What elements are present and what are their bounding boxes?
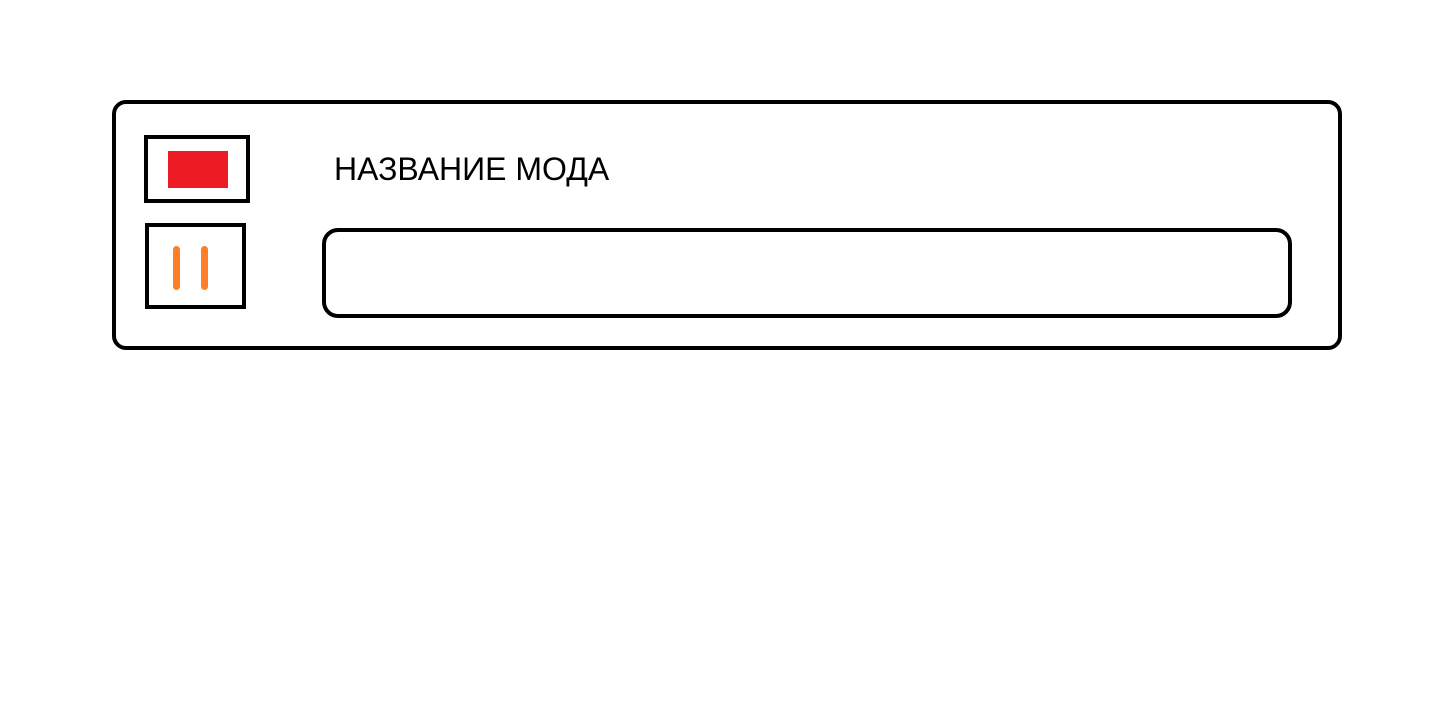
pause-icon	[171, 246, 211, 290]
pause-bar-left	[173, 246, 180, 290]
mod-title: НАЗВАНИЕ МОДА	[334, 151, 610, 187]
pause-bar-right	[201, 246, 208, 290]
pause-button[interactable]	[145, 223, 246, 309]
mod-card: НАЗВАНИЕ МОДА	[112, 100, 1342, 350]
stop-button[interactable]	[144, 135, 250, 203]
stop-icon	[168, 151, 228, 188]
progress-bar	[322, 228, 1292, 318]
